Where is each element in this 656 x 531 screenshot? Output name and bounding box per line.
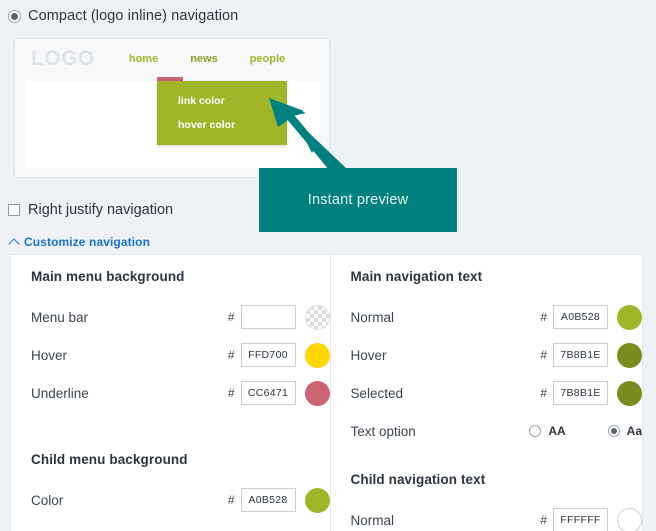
color-swatch-normal-main-text[interactable]: [617, 304, 642, 330]
child-menu-item-link-color[interactable]: link color: [178, 95, 287, 107]
chevron-up-icon: [8, 237, 20, 250]
right-justify-checkbox[interactable]: [8, 204, 20, 216]
radio-text-option-aa-mixed[interactable]: [607, 425, 620, 437]
field-label-child-menu-color: Color: [31, 492, 64, 508]
right-justify-label: Right justify navigation: [28, 202, 174, 218]
color-swatch-selected-main-text[interactable]: [617, 380, 642, 406]
field-underline: Underline # CC6471: [31, 374, 330, 412]
field-child-menu-color: Color # A0B528: [31, 481, 330, 519]
child-menu-item-hover-color[interactable]: hover color: [178, 119, 287, 131]
field-hover-main-text: Hover # 7B8B1E: [350, 336, 642, 374]
preview-child-menu: link color hover color: [157, 81, 287, 145]
color-swatch-hover-main-bg[interactable]: [304, 342, 330, 368]
hex-input-normal-main-text[interactable]: A0B528: [553, 305, 608, 329]
panel-column-left: Main menu background Menu bar # Hover # …: [11, 255, 330, 531]
color-swatch-menu-bar[interactable]: [304, 304, 330, 330]
color-swatch-normal-child-text[interactable]: [617, 507, 642, 531]
hash-symbol: #: [540, 513, 547, 527]
radio-text-option-aa-upper[interactable]: [529, 425, 542, 437]
layout-option-label: Compact (logo inline) navigation: [28, 8, 239, 24]
hex-input-child-menu-color[interactable]: A0B528: [240, 488, 296, 512]
right-justify-row[interactable]: Right justify navigation: [8, 202, 173, 218]
field-normal-child-text: Normal # FFFFFF: [350, 501, 642, 531]
color-swatch-child-menu-color[interactable]: [304, 487, 330, 513]
field-label-hover-main-text: Hover: [350, 347, 387, 363]
preview-nav-link-home[interactable]: home: [113, 53, 174, 65]
hex-input-hover-main-text[interactable]: 7B8B1E: [553, 343, 608, 367]
radio-compact-navigation[interactable]: [8, 9, 21, 23]
customize-navigation-label: Customize navigation: [24, 235, 151, 249]
text-option-label-aa-upper: AA: [548, 424, 566, 438]
hash-symbol: #: [227, 348, 235, 362]
hash-symbol: #: [227, 386, 235, 400]
field-normal-main-text: Normal # A0B528: [350, 298, 642, 336]
field-label-hover-main-bg: Hover: [31, 347, 68, 363]
hex-input-underline[interactable]: CC6471: [240, 381, 296, 405]
field-text-option: Text option AA Aa: [351, 412, 643, 450]
text-option-aa-upper[interactable]: AA: [529, 424, 566, 438]
callout-instant-preview: Instant preview: [259, 168, 457, 232]
field-label-menu-bar: Menu bar: [31, 309, 89, 325]
hex-input-menu-bar[interactable]: [240, 305, 296, 329]
preview-nav-link-news[interactable]: news: [174, 53, 234, 65]
hex-input-normal-child-text[interactable]: FFFFFF: [553, 508, 608, 531]
hash-symbol: #: [540, 348, 547, 362]
color-swatch-underline[interactable]: [304, 380, 330, 406]
field-hover-main-bg: Hover # FFD700: [31, 336, 330, 374]
field-label-text-option: Text option: [350, 423, 416, 439]
preview-nav-link-people[interactable]: people: [234, 53, 301, 65]
text-option-aa-mixed[interactable]: Aa: [607, 424, 642, 438]
hash-symbol: #: [540, 310, 547, 324]
customize-navigation-panel: Main menu background Menu bar # Hover # …: [10, 254, 643, 531]
field-label-underline: Underline: [31, 385, 89, 401]
group-title-child-navigation-text: Child navigation text: [350, 472, 486, 487]
hex-input-hover-main-bg[interactable]: FFD700: [240, 343, 296, 367]
field-menu-bar: Menu bar #: [31, 298, 330, 336]
panel-column-right: Main navigation text Normal # A0B528 Hov…: [329, 255, 643, 531]
text-option-label-aa-mixed: Aa: [626, 424, 642, 438]
preview-nav-links: home news people: [113, 53, 301, 65]
group-title-child-menu-background: Child menu background: [31, 452, 188, 467]
field-label-selected-main-text: Selected: [350, 385, 404, 401]
layout-option-compact[interactable]: Compact (logo inline) navigation: [8, 8, 238, 24]
color-swatch-hover-main-text[interactable]: [617, 342, 642, 368]
field-label-normal-child-text: Normal: [350, 512, 395, 528]
callout-text: Instant preview: [307, 192, 409, 208]
hash-symbol: #: [227, 310, 235, 324]
group-title-main-menu-background: Main menu background: [31, 269, 185, 284]
customize-navigation-toggle[interactable]: Customize navigation: [8, 235, 151, 250]
group-title-main-navigation-text: Main navigation text: [350, 269, 483, 284]
preview-logo: LOGO: [31, 47, 95, 70]
hash-symbol: #: [540, 386, 547, 400]
hash-symbol: #: [227, 493, 235, 507]
hex-input-selected-main-text[interactable]: 7B8B1E: [553, 381, 608, 405]
preview-menu-bar: LOGO home news people: [15, 39, 329, 79]
field-label-normal-main-text: Normal: [350, 309, 395, 325]
field-selected-main-text: Selected # 7B8B1E: [350, 374, 642, 412]
